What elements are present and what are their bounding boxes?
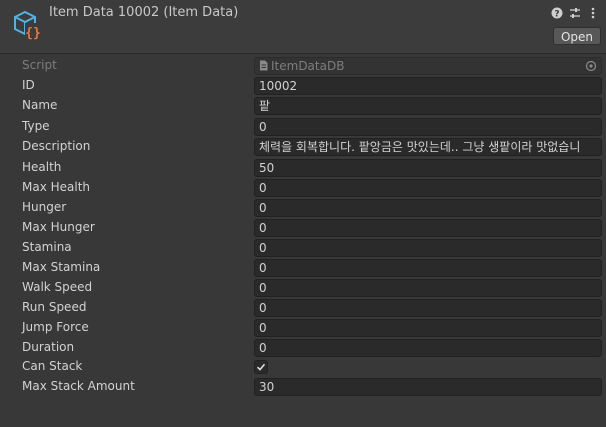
open-button[interactable]: Open	[552, 27, 601, 45]
field-label: Run Speed	[22, 300, 87, 314]
jump-force-field[interactable]: 0	[254, 319, 602, 337]
id-field[interactable]: 10002	[254, 77, 602, 95]
max-health-field[interactable]: 0	[254, 179, 602, 197]
script-value: ItemDataDB	[271, 59, 345, 73]
script-file-icon	[259, 59, 268, 75]
object-picker-icon[interactable]	[585, 60, 597, 74]
presets-icon[interactable]	[568, 6, 582, 20]
field-label: ID	[22, 78, 35, 92]
script-label: Script	[22, 58, 57, 72]
inspector-title: Item Data 10002 (Item Data)	[49, 5, 239, 20]
field-row: Run Speed 0	[0, 298, 606, 318]
field-row: Max Hunger 0	[0, 218, 606, 238]
max-hunger-field[interactable]: 0	[254, 219, 602, 237]
checkmark-icon	[256, 363, 266, 371]
name-field[interactable]: 팥	[254, 97, 602, 115]
max-stack-amount-field[interactable]: 30	[254, 378, 602, 396]
kebab-menu-icon[interactable]	[586, 6, 600, 20]
script-field[interactable]: ItemDataDB	[254, 57, 602, 75]
field-label: Hunger	[22, 200, 67, 214]
field-row: Description 체력을 회복합니다. 팥앙금은 맛있는데.. 그냥 생팥…	[0, 137, 606, 157]
field-row: Max Health 0	[0, 178, 606, 198]
field-label: Health	[22, 160, 62, 174]
script-row: Script ItemDataDB	[0, 56, 606, 76]
max-stamina-field[interactable]: 0	[254, 259, 602, 277]
field-label: Description	[22, 139, 91, 153]
field-label: Name	[22, 98, 58, 112]
walk-speed-field[interactable]: 0	[254, 279, 602, 297]
field-row: ID 10002	[0, 76, 606, 96]
field-row: Type 0	[0, 117, 606, 137]
can-stack-label: Can Stack	[22, 359, 83, 373]
duration-field[interactable]: 0	[254, 339, 602, 357]
svg-text:?: ?	[554, 10, 559, 20]
inspector-footer	[0, 402, 606, 427]
health-field[interactable]: 50	[254, 159, 602, 177]
field-label: Walk Speed	[22, 280, 93, 294]
max-stack-row: Max Stack Amount 30	[0, 377, 606, 397]
field-label: Jump Force	[22, 320, 89, 334]
field-label: Max Health	[22, 180, 91, 194]
field-row: Name 팥	[0, 96, 606, 116]
field-label: Max Hunger	[22, 220, 95, 234]
can-stack-checkbox[interactable]	[254, 360, 268, 374]
can-stack-row: Can Stack	[0, 357, 606, 377]
max-stack-label: Max Stack Amount	[22, 379, 135, 393]
help-icon[interactable]: ?	[550, 6, 564, 20]
field-row: Jump Force 0	[0, 318, 606, 338]
hunger-field[interactable]: 0	[254, 199, 602, 217]
scriptable-object-icon: {}	[12, 8, 44, 41]
field-label: Stamina	[22, 240, 72, 254]
field-row: Walk Speed 0	[0, 278, 606, 298]
type-field[interactable]: 0	[254, 118, 602, 136]
field-label: Type	[22, 119, 50, 133]
field-label: Duration	[22, 340, 75, 354]
run-speed-field[interactable]: 0	[254, 299, 602, 317]
svg-text:{}: {}	[25, 26, 41, 40]
stamina-field[interactable]: 0	[254, 239, 602, 257]
field-row: Stamina 0	[0, 238, 606, 258]
description-field[interactable]: 체력을 회복합니다. 팥앙금은 맛있는데.. 그냥 생팥이라 맛없습니	[254, 138, 602, 156]
inspector-header: {} Item Data 10002 (Item Data) ? Open	[0, 0, 606, 54]
field-label: Max Stamina	[22, 260, 101, 274]
field-row: Hunger 0	[0, 198, 606, 218]
field-row: Max Stamina 0	[0, 258, 606, 278]
field-row: Health 50	[0, 158, 606, 178]
field-row: Duration 0	[0, 338, 606, 358]
